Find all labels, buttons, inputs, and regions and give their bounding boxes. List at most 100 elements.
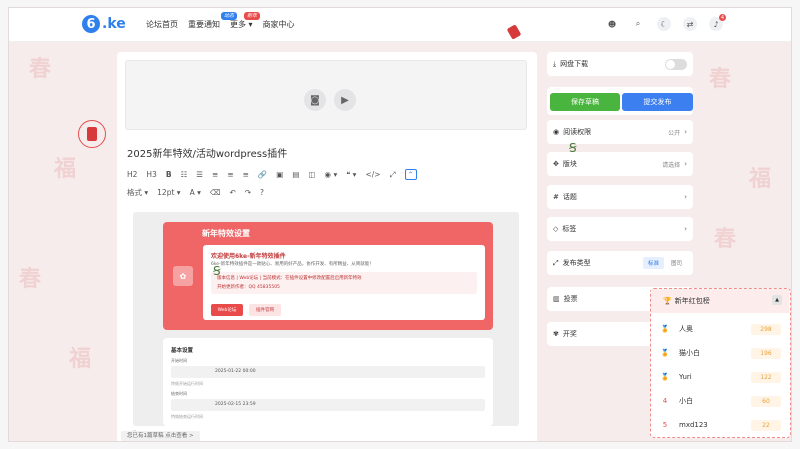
site-logo[interactable]: 6 .ke <box>82 15 126 33</box>
avatar[interactable]: ☻ <box>605 17 619 31</box>
video-insert-icon[interactable]: ▤ <box>292 170 299 179</box>
h2-button[interactable]: H2 <box>127 170 137 179</box>
bg-decor: 福 <box>749 166 772 192</box>
collapse-icon[interactable]: ⌃ <box>404 169 417 180</box>
eye-icon: ◉ <box>553 128 560 136</box>
expand-icon: ⤢ <box>553 258 559 267</box>
section-row[interactable]: ✥ 版块 请选择 › <box>547 152 693 176</box>
h3-button[interactable]: H3 <box>146 170 156 179</box>
grid-icon: ✥ <box>553 160 559 168</box>
header-icons: ☻ ⌕ ☾ ⇄ ♪ 4 <box>605 14 726 31</box>
post-title-input[interactable]: 2025新年特效/活动wordpress插件 <box>127 145 287 160</box>
bg-decor: 春 <box>709 66 732 92</box>
fullscreen-icon[interactable]: ⤢ <box>390 170 396 180</box>
topic-row[interactable]: # 话题 › <box>547 185 693 209</box>
type-option-image[interactable]: 图司 <box>666 257 687 269</box>
nav-item-label: 更多 <box>230 20 246 29</box>
leaderboard-header: 🏆 新年红包榜 <box>651 289 789 313</box>
amount-badge: 298 <box>751 323 781 335</box>
draft-hint-link[interactable]: 您已有1篇草稿 点击查看 > <box>121 431 200 441</box>
nav-item-home[interactable]: 论坛首页 <box>146 19 178 30</box>
welcome-title: 欢迎使用6ke-新年特效插件 <box>211 253 286 260</box>
align-center-button[interactable]: ≡ <box>227 170 233 179</box>
publish-label: 提交发布 <box>643 98 672 106</box>
quote-dropdown[interactable]: ❝ ▾ <box>346 170 356 179</box>
nav-item-notice[interactable]: 重要通知 动态 <box>188 12 238 30</box>
user-name[interactable]: 人奥 <box>679 324 751 334</box>
web-button: Web论坛 <box>211 304 243 316</box>
theme-toggle-icon[interactable]: ☾ <box>657 17 671 31</box>
info-line: 版本信息 | Web论坛 | 当前模式：在插件设置中修改配置后启用新年特效 <box>217 276 362 281</box>
bg-decor: 春 <box>29 56 52 82</box>
download-icon: ⤓ <box>553 59 557 68</box>
collapse-icon[interactable]: ▲ <box>772 295 782 305</box>
user-name[interactable]: mxd123 <box>679 421 751 429</box>
cover-upload-area[interactable]: ◙ ▶ <box>125 60 527 130</box>
logo-icon: 6 <box>82 15 100 33</box>
post-editor: ◙ ▶ 2025新年特效/活动wordpress插件 H2 H3 B ☷ ☰ ≡… <box>117 52 537 441</box>
tag-row[interactable]: ◇ 标签 › <box>547 217 693 241</box>
gift-icon: ✾ <box>553 330 559 338</box>
welcome-panel: 欢迎使用6ke-新年特效插件 6ke-新年特效插件是一款贴心、易用的好产品，协作… <box>203 245 485 320</box>
help-icon[interactable]: ? <box>260 188 264 197</box>
bullet-list-button[interactable]: ☷ <box>181 170 188 179</box>
nav-item-more[interactable]: 更多 ▾ 新年 <box>230 12 261 30</box>
text-color-dropdown[interactable]: A ▾ <box>190 188 201 197</box>
camera-icon[interactable]: ◙ <box>304 89 326 111</box>
bold-button[interactable]: B <box>166 170 172 179</box>
app-window: 春 福 春 福 春 福 春 6 .ke 论坛首页 重要通知 动态 更多 ▾ 新年 商… <box>8 7 792 442</box>
undo-icon[interactable]: ↶ <box>229 188 235 197</box>
search-icon[interactable]: ⌕ <box>631 17 645 31</box>
info-box: 版本信息 | Web论坛 | 当前模式：在插件设置中修改配置后启用新年特效 开始… <box>211 272 477 294</box>
site-button: 插件官网 <box>249 304 281 316</box>
leaderboard-row: 🏅 人奥 298 <box>651 319 789 339</box>
video-icon[interactable]: ▶ <box>334 89 356 111</box>
red-envelope-float[interactable] <box>78 120 106 148</box>
logo-text: .ke <box>102 16 126 32</box>
file-icon[interactable]: ◫ <box>308 170 315 179</box>
envelope-icon <box>87 127 97 141</box>
bell-icon[interactable]: ♪ 4 <box>709 14 726 31</box>
user-name[interactable]: 小白 <box>679 396 751 406</box>
font-size-dropdown[interactable]: 12pt ▾ <box>157 188 180 197</box>
publish-button[interactable]: 提交发布 <box>622 93 693 111</box>
save-draft-button[interactable]: 保存草稿 <box>550 93 620 111</box>
align-left-button[interactable]: ≡ <box>212 170 218 179</box>
chevron-right-icon: › <box>684 225 687 233</box>
numbered-list-button[interactable]: ☰ <box>196 170 203 179</box>
info-line: 开始更新作者：QQ 45835505 <box>217 285 280 290</box>
clear-format-icon[interactable]: ⌫ <box>210 188 221 197</box>
field-hint: 特效结束运行时间 <box>171 414 203 419</box>
tag-icon: ◇ <box>553 225 559 233</box>
align-right-button[interactable]: ≡ <box>243 170 249 179</box>
red-packet-icon[interactable] <box>506 24 522 40</box>
leaderboard-row: 🏅 Yuri 122 <box>651 367 789 387</box>
bg-decor: 春 <box>714 226 737 252</box>
bg-decor: 春 <box>19 266 42 292</box>
trophy-icon: 🏆 <box>663 297 672 305</box>
image-icon[interactable]: ▣ <box>276 170 283 179</box>
format-dropdown[interactable]: 格式 ▾ <box>127 187 148 198</box>
visibility-dropdown[interactable]: ◉ ▾ <box>325 170 338 179</box>
translate-icon[interactable]: ⇄ <box>683 17 697 31</box>
topic-label: 话题 <box>562 193 577 201</box>
type-option-standard[interactable]: 标准 <box>642 257 664 269</box>
post-type-label: 发布类型 <box>562 259 591 267</box>
field-value: 2025-02-15 23:59 <box>171 399 485 411</box>
leaderboard-row: 5 mxd123 22 <box>651 415 789 435</box>
field-label: 开始时间 <box>171 358 187 363</box>
user-name[interactable]: Yuri <box>679 373 751 381</box>
download-label: 网盘下载 <box>560 60 589 68</box>
download-toggle[interactable] <box>665 58 687 70</box>
leaderboard-title: 新年红包榜 <box>674 297 710 305</box>
nav-item-merchant[interactable]: 商家中心 <box>263 19 295 30</box>
permission-label: 阅读权限 <box>563 128 592 136</box>
section-label: 版块 <box>562 160 577 168</box>
save-label: 保存草稿 <box>571 98 599 106</box>
redo-icon[interactable]: ↷ <box>245 188 251 197</box>
user-name[interactable]: 猫小白 <box>679 348 751 358</box>
link-icon[interactable]: 🔗 <box>258 170 267 179</box>
plugin-icon: ✿ <box>173 266 193 286</box>
code-icon[interactable]: </> <box>365 170 380 179</box>
rank-number: 4 <box>662 397 668 405</box>
